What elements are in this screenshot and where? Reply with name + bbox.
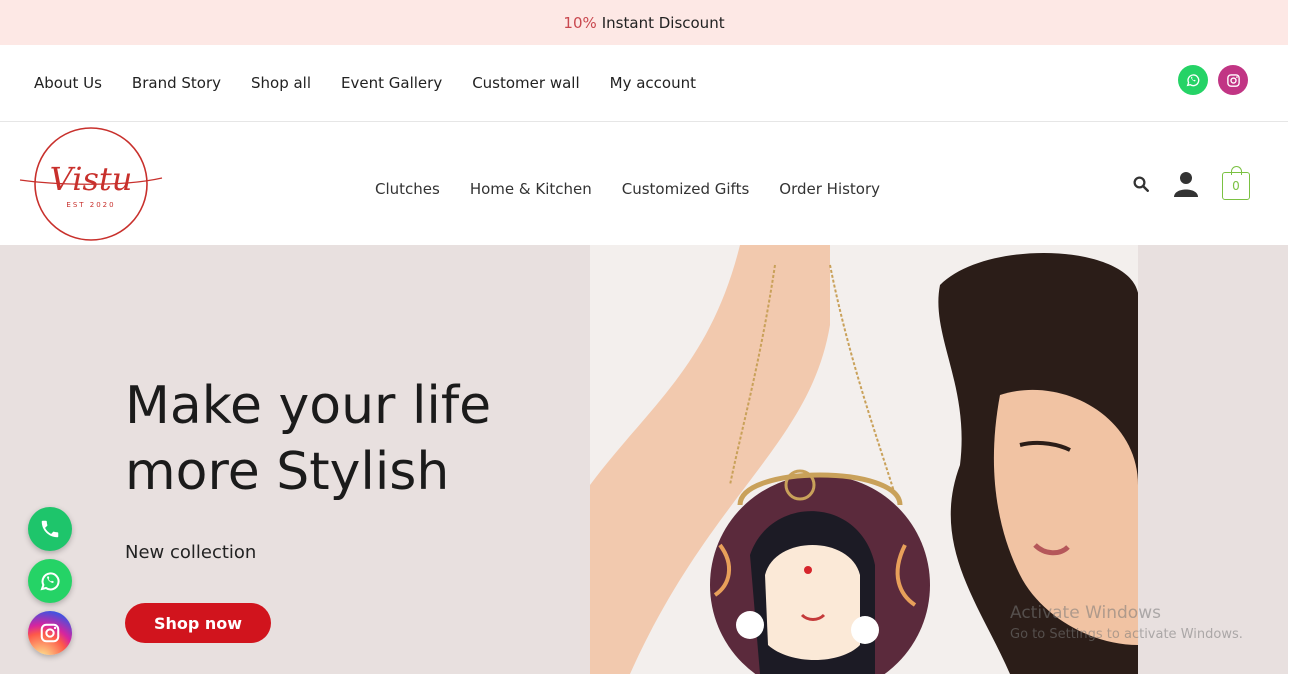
- cart-icon[interactable]: 0: [1222, 166, 1250, 200]
- nav-brand-story[interactable]: Brand Story: [132, 74, 221, 92]
- discount-percent: 10%: [563, 13, 597, 32]
- nav-shop-all[interactable]: Shop all: [251, 74, 311, 92]
- whatsapp-float-icon[interactable]: [28, 559, 72, 603]
- menu-home-kitchen[interactable]: Home & Kitchen: [470, 180, 592, 198]
- hero-heading-line2: more Stylish: [125, 442, 450, 502]
- phone-icon[interactable]: [28, 507, 72, 551]
- shop-now-button[interactable]: Shop now: [125, 603, 271, 643]
- hero-subtitle: New collection: [125, 542, 257, 563]
- main-header: Vistu EST 2020 Clutches Home & Kitchen C…: [0, 122, 1288, 245]
- hero-heading-line1: Make your life: [125, 376, 492, 436]
- activate-windows-subtitle: Go to Settings to activate Windows.: [1010, 627, 1243, 642]
- cart-count: 0: [1232, 179, 1240, 193]
- instagram-icon[interactable]: [1218, 65, 1248, 95]
- announcement-bar: 10% Instant Discount: [0, 0, 1288, 45]
- nav-event-gallery[interactable]: Event Gallery: [341, 74, 442, 92]
- nav-about-us[interactable]: About Us: [34, 74, 102, 92]
- vistu-logo[interactable]: Vistu EST 2020: [18, 126, 164, 242]
- discount-text: Instant Discount: [601, 13, 725, 32]
- nav-my-account[interactable]: My account: [610, 74, 696, 92]
- whatsapp-icon[interactable]: [1178, 65, 1208, 95]
- search-icon[interactable]: [1132, 175, 1150, 197]
- user-icon[interactable]: [1174, 171, 1198, 201]
- instagram-float-icon[interactable]: [28, 611, 72, 655]
- menu-order-history[interactable]: Order History: [779, 180, 880, 198]
- hero-heading: Make your life more Stylish: [125, 373, 491, 505]
- nav-customer-wall[interactable]: Customer wall: [472, 74, 579, 92]
- menu-clutches[interactable]: Clutches: [375, 180, 440, 198]
- logo-wordmark: Vistu: [50, 160, 133, 198]
- logo-tagline: EST 2020: [66, 201, 115, 209]
- menu-customized-gifts[interactable]: Customized Gifts: [622, 180, 750, 198]
- activate-windows-title: Activate Windows: [1010, 603, 1161, 623]
- top-navigation: About Us Brand Story Shop all Event Gall…: [0, 45, 1288, 122]
